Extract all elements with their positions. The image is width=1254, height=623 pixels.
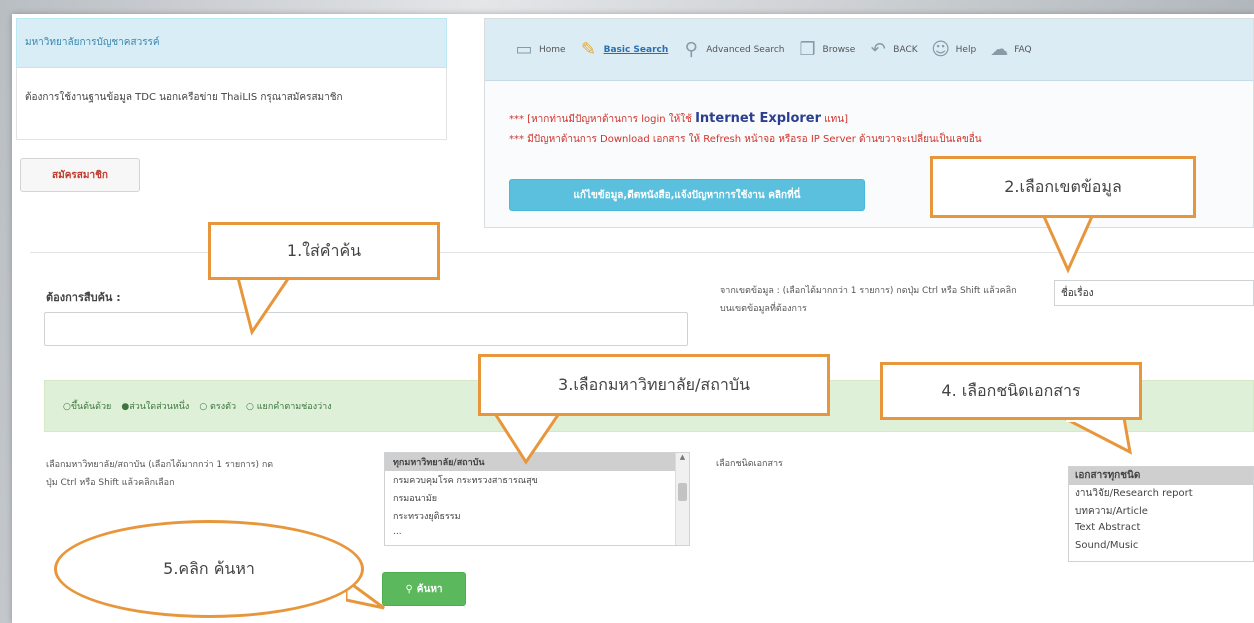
institution-scrollbar[interactable]: ▲ [675, 453, 689, 545]
register-button[interactable]: สมัครสมาชิก [20, 158, 140, 192]
browse-icon: ❒ [799, 39, 816, 60]
search-button-label: ค้นหา [416, 583, 443, 595]
nav-faq[interactable]: ☁ FAQ [986, 37, 1031, 63]
doctype-label: เลือกชนิดเอกสาร [716, 459, 783, 469]
notice-text: *** [หากท่านมีปัญหาด้านการ login ให้ใช้ … [509, 109, 1249, 150]
callout-1: 1.ใส่คำค้น [208, 222, 440, 280]
callout-1-pointer [234, 270, 296, 336]
search-label: ต้องการสืบค้น : [46, 291, 121, 304]
report-problem-button[interactable]: แก้ไขข้อมูล,ดีตหนังสือ,แจ้งปัญหาการใช้งา… [509, 179, 865, 211]
match-option-exact-label: ตรงตัว [210, 402, 237, 412]
match-option-startswith-label: ขึ้นต้นด้วย [70, 402, 112, 412]
callout-3: 3.เลือกมหาวิทยาลัย/สถาบัน [478, 354, 830, 416]
match-option-split[interactable]: ○ แยกคำตามช่องว่าง [246, 399, 332, 413]
notice-line-1: *** [หากท่านมีปัญหาด้านการ login ให้ใช้ … [509, 109, 1249, 130]
nav-advanced-search-label: Advanced Search [706, 44, 785, 55]
faq-icon: ☁ [990, 39, 1009, 60]
scroll-up-icon[interactable]: ▲ [676, 453, 689, 465]
notice-line-2: *** มีปัญหาด้านการ Download เอกสาร ให้ R… [509, 134, 982, 145]
callout-5: 5.คลิก ค้นหา [54, 520, 364, 618]
nav-back[interactable]: ↶ BACK [865, 37, 918, 63]
nav-help[interactable]: ☺ Help [928, 37, 977, 63]
home-icon: ▭ [515, 39, 533, 60]
notice-line-1-suffix: แทน] [824, 114, 849, 125]
search-doc-icon: ✎ [581, 39, 597, 60]
match-option-split-label: แยกคำตามช่องว่าง [256, 402, 332, 412]
match-option-exact[interactable]: ○ ตรงตัว [199, 399, 236, 413]
callout-4: 4. เลือกชนิดเอกสาร [880, 362, 1142, 420]
membership-info: ต้องการใช้งานฐานข้อมูล TDC นอกเครือข่าย … [16, 68, 447, 140]
list-item[interactable]: บทความ/Article [1069, 503, 1253, 521]
match-option-contains-label: ส่วนใดส่วนหนึ่ง [129, 402, 190, 412]
list-item[interactable]: Sound/Music [1069, 539, 1253, 557]
nav-basic-search-label: Basic Search [603, 44, 669, 55]
nav-home[interactable]: ▭ Home [511, 37, 566, 63]
magnifier-icon: ⚲ [405, 583, 413, 595]
back-arrow-icon: ↶ [870, 39, 886, 60]
field-select[interactable]: ชื่อเรื่อง [1054, 280, 1254, 306]
advanced-search-icon: ⚲ [684, 39, 698, 60]
nav-help-label: Help [955, 44, 977, 55]
notice-browser-name: Internet Explorer [695, 111, 822, 126]
notice-line-1-prefix: *** [หากท่านมีปัญหาด้านการ login ให้ใช้ [509, 114, 692, 125]
callout-3-pointer [492, 412, 562, 465]
nav-browse[interactable]: ❒ Browse [795, 37, 856, 63]
list-item[interactable]: Text Abstract [1069, 521, 1253, 539]
callout-4-pointer [1064, 418, 1133, 455]
help-icon: ☺ [931, 39, 951, 60]
match-option-contains[interactable]: ●ส่วนใดส่วนหนึ่ง [121, 399, 189, 413]
nav-home-label: Home [539, 44, 566, 55]
university-name-bar: มหาวิทยาลัยการบัญชาคสวรรค์ [16, 18, 447, 68]
field-select-label: จากเขตข้อมูล : (เลือกได้มากกว่า 1 รายการ… [720, 286, 1017, 314]
nav-back-label: BACK [893, 44, 918, 55]
callout-2: 2.เลือกเขตข้อมูล [930, 156, 1196, 218]
nav-basic-search[interactable]: ✎ Basic Search [576, 37, 669, 63]
nav-faq-label: FAQ [1014, 44, 1032, 55]
list-item[interactable]: กรมอนามัย [385, 489, 689, 507]
nav-bar: ▭ Home ✎ Basic Search ⚲ Advanced Search … [485, 19, 1253, 81]
match-option-startswith[interactable]: ○ขึ้นต้นด้วย [63, 399, 111, 413]
list-item[interactable]: ... [385, 525, 689, 543]
nav-advanced-search[interactable]: ⚲ Advanced Search [678, 37, 785, 63]
scroll-thumb[interactable] [678, 483, 687, 501]
search-input[interactable] [44, 312, 688, 346]
institution-label: เลือกมหาวิทยาลัย/สถาบัน (เลือกได้มากกว่า… [46, 460, 274, 488]
callout-2-pointer [1040, 212, 1096, 274]
list-item[interactable]: กระทรวงยุติธรรม [385, 507, 689, 525]
university-name: มหาวิทยาลัยการบัญชาคสวรรค์ [25, 37, 160, 48]
nav-browse-label: Browse [822, 44, 856, 55]
